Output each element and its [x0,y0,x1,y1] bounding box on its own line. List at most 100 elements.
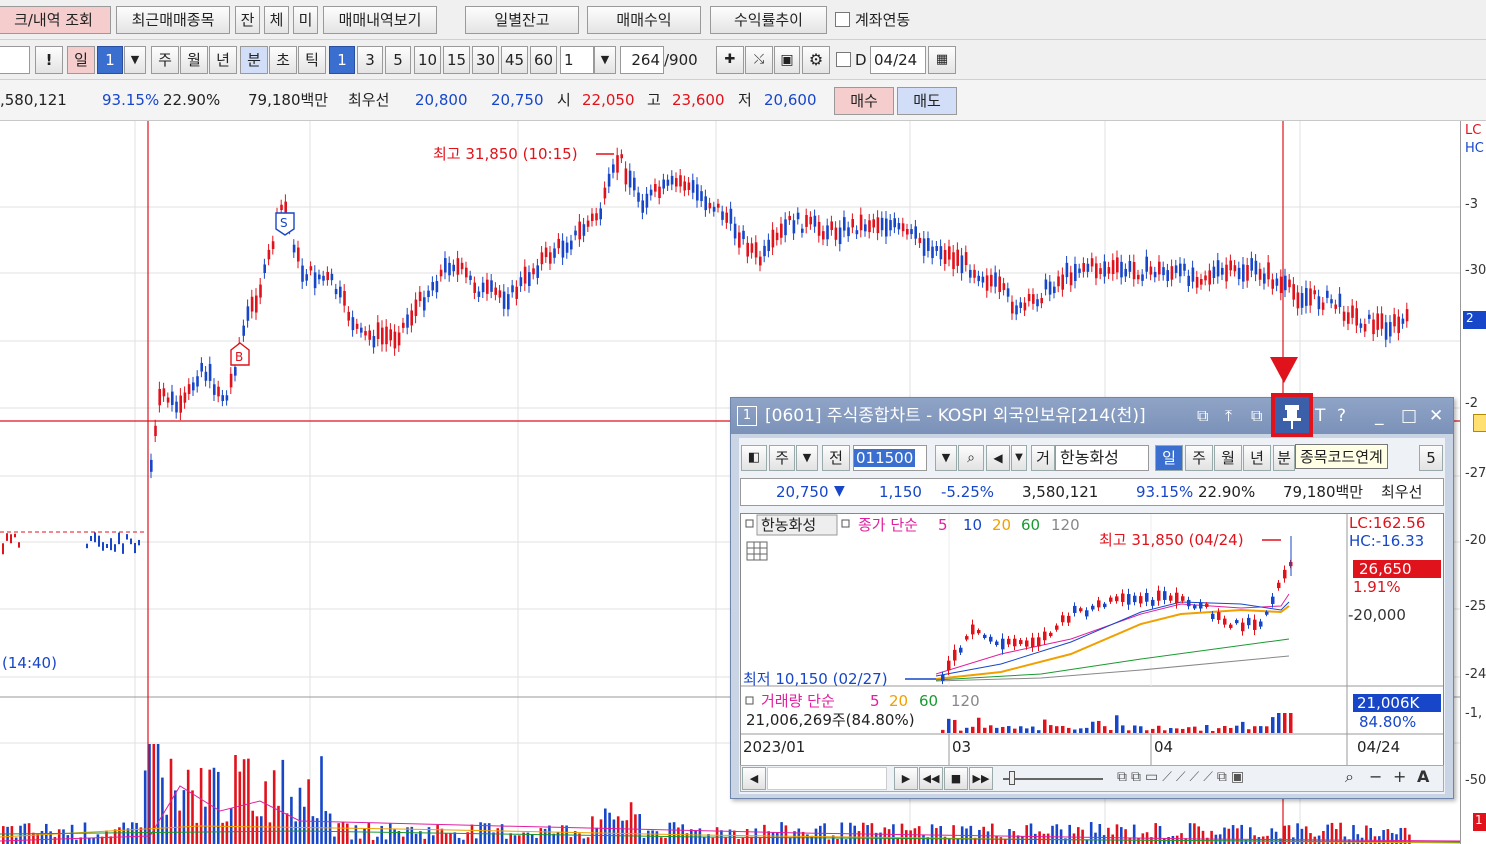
code-input[interactable] [0,46,30,74]
calendar-icon[interactable]: ▦ [928,46,956,74]
popup-chart-area[interactable]: 한농화성 종가 단순 5 10 20 60 120 최고 31,850 (04/… [740,513,1444,777]
zoom-out-icon[interactable]: − [1369,767,1382,787]
week-select[interactable]: 주 [769,445,795,471]
volume-bar [1163,838,1166,844]
low-value: 20,600 [764,91,817,109]
fast-forward-icon[interactable]: ▶▶ [969,767,993,790]
drawing-tools-icons[interactable]: ⧉⧉▭⟋⟋⟋⟋⧉▣ [1117,767,1248,787]
minimize-icon[interactable]: _ [1375,398,1384,434]
zoom-search-icon[interactable]: ⌕ [1345,767,1354,787]
interval-30-button[interactable]: 30 [472,46,499,74]
volume-bar [599,819,603,844]
volume-bar [449,833,452,844]
scroll-left-icon[interactable]: ◀ [742,767,766,790]
sell-button[interactable]: 매도 [897,87,957,115]
pin-button[interactable] [1271,393,1313,437]
candle [700,191,703,202]
stock-code-input[interactable]: 011500 [853,445,927,471]
trade-history-button[interactable]: 크/내역 조회 [0,6,111,34]
text-icon[interactable]: T [1315,398,1325,434]
candle [889,220,892,231]
candle [1162,267,1165,276]
popup-chart-window[interactable]: 1 [0601] 주식종합차트 - KOSPI 외국인보유[214(천)] ⧉ … [730,393,1454,799]
rewind-icon[interactable]: ◀◀ [919,767,943,790]
balance-button[interactable]: 잔 [235,6,260,34]
stop-icon[interactable]: ■ [944,767,968,790]
period-week-button[interactable]: 주 [151,46,179,74]
trade-profit-button[interactable]: 매매수익 [587,6,701,34]
interval-5-button[interactable]: 5 [385,46,411,74]
interval-15-button[interactable]: 15 [443,46,470,74]
candle [1279,276,1283,293]
recent-stocks-button[interactable]: 최근매매종목 [116,6,230,34]
code-dropdown-icon[interactable]: ▼ [935,445,957,471]
popup-period-day[interactable]: 일 [1155,445,1183,471]
always-on-top-icon[interactable]: ⤒ [1225,398,1232,434]
daily-balance-button[interactable]: 일별잔고 [465,6,579,34]
axis-marker [1473,414,1486,432]
trade-detail-button[interactable]: 매매내역보기 [323,6,437,34]
table-icon[interactable] [746,541,768,561]
week-dropdown-icon[interactable]: ▼ [796,445,818,471]
unfilled-button[interactable]: 미 [293,6,318,34]
day-count-select[interactable]: 1 [97,46,123,74]
play-icon[interactable]: ▶ [894,767,918,790]
interval-45-button[interactable]: 45 [501,46,528,74]
popup-interval-button[interactable]: 5 [1419,445,1443,471]
interval-10-button[interactable]: 10 [414,46,441,74]
count-input[interactable]: 264 [620,46,664,74]
interval-1-button[interactable]: 1 [329,46,355,74]
prev-button[interactable]: 전 [822,445,850,471]
copy-window-icon[interactable]: ⧉ [1251,398,1262,434]
search-icon[interactable]: ⌕ [958,445,984,471]
volume-bar [139,827,143,844]
interval-input[interactable]: 1 [560,46,594,74]
candle [536,265,539,278]
gear-icon[interactable]: ⚙ [802,46,830,74]
zoom-slider[interactable] [1003,778,1103,780]
alert-button[interactable]: ! [35,46,63,74]
popup-period-minute[interactable]: 분 [1273,445,1295,471]
help-icon[interactable]: ? [1337,398,1346,434]
scroll-track[interactable] [767,767,887,790]
period-day-button[interactable]: 일 [67,46,95,74]
maximize-icon[interactable]: □ [1401,398,1417,434]
return-trend-button[interactable]: 수익률추이 [710,6,827,34]
interval-60-button[interactable]: 60 [530,46,557,74]
candle [334,288,338,295]
restore-icon[interactable]: ⧉ [1197,398,1208,434]
crosshair-icon[interactable]: ✚ [716,46,744,74]
popup-period-week[interactable]: 주 [1185,445,1213,471]
date-input[interactable]: 04/24 [870,46,926,74]
popup-period-month[interactable]: 월 [1214,445,1242,471]
period-second-button[interactable]: 초 [269,46,297,74]
interval-3-button[interactable]: 3 [357,46,383,74]
layout-icon[interactable]: ◧ [741,445,767,471]
stock-name-field[interactable]: 한농화성 [1055,445,1149,471]
best-bid-value: 20,750 [491,91,544,109]
volume-bar [1339,822,1342,844]
close-icon[interactable]: ✕ [1429,398,1443,434]
interval-dropdown-icon[interactable]: ▼ [594,46,616,74]
date-checkbox[interactable] [836,52,851,67]
speaker-dropdown-icon[interactable]: ▼ [1011,445,1027,471]
filled-button[interactable]: 체 [264,6,289,34]
zoom-in-icon[interactable]: + [1393,767,1406,787]
candle [360,327,363,333]
buy-button[interactable]: 매수 [834,87,894,115]
period-year-button[interactable]: 년 [209,46,237,74]
font-size-icon[interactable]: A [1417,767,1429,787]
period-minute-button[interactable]: 분 [240,46,268,74]
chevron-down-icon[interactable]: ▼ [124,46,146,74]
period-tick-button[interactable]: 틱 [298,46,326,74]
zoom-slider-handle[interactable] [1009,771,1015,785]
account-link-checkbox[interactable] [835,12,850,27]
name-prefix-label[interactable]: 거 [1031,445,1055,471]
period-month-button[interactable]: 월 [180,46,208,74]
popup-title-bar[interactable]: 1 [0601] 주식종합차트 - KOSPI 외국인보유[214(천)] ⧉ … [731,398,1453,434]
popup-period-year[interactable]: 년 [1243,445,1271,471]
speaker-icon[interactable]: ◀ [986,445,1010,471]
candle [532,268,535,275]
save-icon[interactable]: ▣ [774,46,800,74]
trend-tool-icon[interactable]: ⤯ [745,46,773,74]
